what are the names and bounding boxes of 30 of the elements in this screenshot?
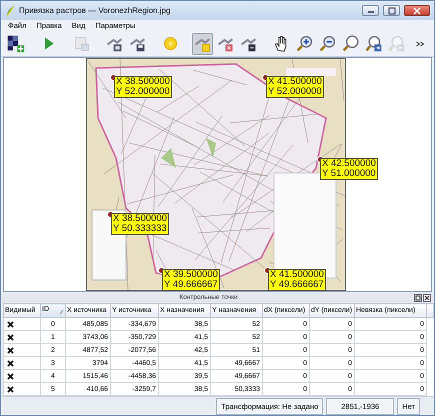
minimize-button[interactable] bbox=[362, 5, 379, 16]
sort-indicator-icon bbox=[59, 309, 64, 315]
visible-mark-icon[interactable] bbox=[7, 346, 14, 354]
magnifier-icon bbox=[341, 33, 360, 54]
visible-mark-icon[interactable] bbox=[7, 360, 14, 366]
close-icon bbox=[411, 6, 423, 16]
maximize-icon bbox=[386, 6, 398, 16]
coordinate-label: X 39.500000 Y 49.666667 bbox=[162, 269, 220, 291]
zoom-in-icon bbox=[295, 33, 314, 54]
raster-add-icon bbox=[6, 33, 25, 54]
zoom-forward-icon bbox=[387, 33, 406, 54]
coordinate-label: X 38.500000 Y 50.333333 bbox=[111, 213, 169, 235]
visible-mark-icon[interactable] bbox=[7, 372, 14, 380]
visible-mark-icon[interactable] bbox=[7, 386, 14, 392]
maximize-button[interactable] bbox=[383, 5, 400, 16]
close-button[interactable] bbox=[404, 5, 430, 16]
coordinate-label: X 41.500000 Y 49.666667 bbox=[268, 269, 326, 291]
visible-mark-icon[interactable] bbox=[7, 334, 14, 340]
coordinate-label: X 41.500000 Y 52.000000 bbox=[266, 76, 324, 98]
window-title: Привязка растров — VoronezhRegion.jpg bbox=[19, 6, 172, 15]
float-button[interactable] bbox=[414, 294, 422, 302]
close-button[interactable] bbox=[423, 294, 431, 302]
visible-mark-icon[interactable] bbox=[7, 320, 14, 328]
coordinate-label: X 38.500000 Y 52.000000 bbox=[114, 76, 172, 98]
chevron-icon bbox=[416, 40, 424, 46]
zoom-out-icon bbox=[318, 33, 338, 54]
toolbar-button[interactable] bbox=[5, 32, 26, 54]
zoom-back-icon bbox=[364, 33, 384, 54]
app-icon bbox=[5, 4, 15, 16]
coordinate-label: X 42.500000 Y 51.000000 bbox=[320, 158, 378, 180]
